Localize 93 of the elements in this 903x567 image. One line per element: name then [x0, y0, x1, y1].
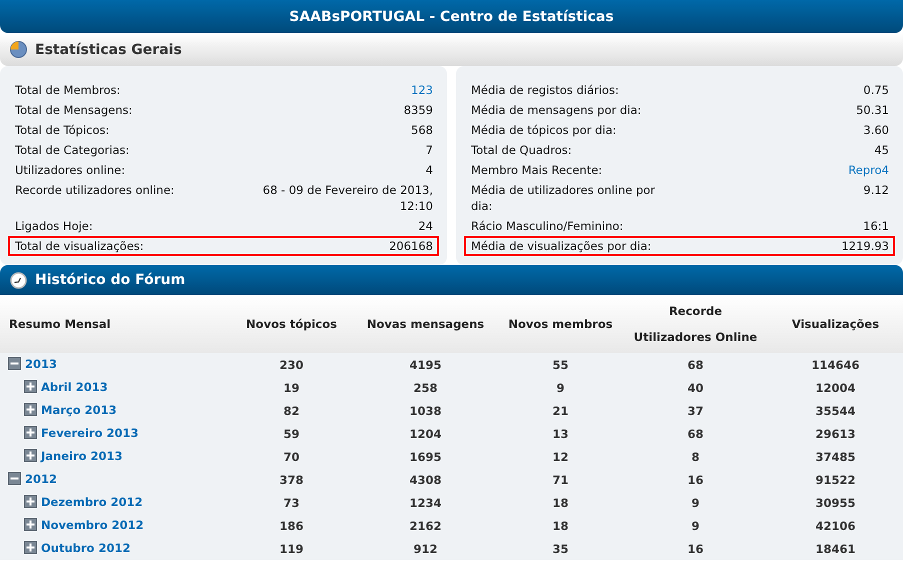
table-cell: 2162 — [353, 514, 498, 537]
stat-link[interactable]: 123 — [411, 82, 433, 98]
stat-label: Total de visualizações: — [15, 238, 144, 254]
collapse-icon[interactable] — [8, 357, 21, 370]
table-cell: 70 — [230, 445, 353, 468]
table-cell: 71 — [498, 468, 623, 491]
table-cell: 42106 — [768, 514, 903, 537]
expand-icon[interactable] — [24, 518, 37, 531]
stat-value: 3.60 — [863, 122, 889, 138]
stat-label: Total de Tópicos: — [15, 122, 110, 138]
stat-label: Rácio Masculino/Feminino: — [471, 218, 624, 234]
table-cell: 18 — [498, 514, 623, 537]
stat-label: Média de utilizadores online por dia: — [471, 182, 656, 214]
table-cell: 378 — [230, 468, 353, 491]
stat-label: Média de mensagens por dia: — [471, 102, 642, 118]
stat-value: 1219.93 — [841, 238, 889, 254]
section-title: Histórico do Fórum — [35, 272, 186, 288]
expand-icon[interactable] — [24, 426, 37, 439]
stat-value: 9.12 — [863, 182, 889, 198]
table-cell: 30955 — [768, 491, 903, 514]
table-cell: 16 — [623, 537, 768, 560]
stat-value: 0.75 — [863, 82, 889, 98]
collapse-icon[interactable] — [8, 472, 21, 485]
table-cell: 13 — [498, 422, 623, 445]
expand-icon[interactable] — [24, 541, 37, 554]
table-cell: 59 — [230, 422, 353, 445]
table-cell: 21 — [498, 399, 623, 422]
table-cell: 35 — [498, 537, 623, 560]
table-cell: 16 — [623, 468, 768, 491]
table-cell: 12 — [498, 445, 623, 468]
period-link[interactable]: 2013 — [8, 356, 58, 370]
table-cell: 186 — [230, 514, 353, 537]
pie-chart-icon — [10, 41, 27, 58]
table-cell: 912 — [353, 537, 498, 560]
stat-link[interactable]: Repro4 — [848, 162, 889, 178]
table-cell: 9 — [498, 376, 623, 399]
period-link[interactable]: 2012 — [8, 472, 58, 486]
table-cell: 55 — [498, 353, 623, 376]
table-cell: 73 — [230, 491, 353, 514]
stat-label: Média de visualizações por dia: — [471, 238, 652, 254]
table-cell: 1695 — [353, 445, 498, 468]
table-cell: 4195 — [353, 353, 498, 376]
expand-icon[interactable] — [24, 403, 37, 416]
table-cell: 19 — [230, 376, 353, 399]
table-cell: 9 — [623, 514, 768, 537]
stat-value: 4 — [426, 162, 433, 178]
stat-value: 8359 — [404, 102, 433, 118]
table-cell: 37485 — [768, 445, 903, 468]
stat-value: 68 - 09 de Fevereiro de 2013, 12:10 — [262, 182, 433, 214]
stat-label: Total de Membros: — [15, 82, 120, 98]
stat-value: 7 — [426, 142, 433, 158]
table-cell: 35544 — [768, 399, 903, 422]
stat-value: 568 — [411, 122, 433, 138]
stat-label: Média de tópicos por dia: — [471, 122, 616, 138]
table-cell: 1204 — [353, 422, 498, 445]
table-cell: 8 — [623, 445, 768, 468]
section-title: Estatísticas Gerais — [35, 42, 182, 58]
stat-label: Recorde utilizadores online: — [15, 182, 174, 198]
table-cell: 91522 — [768, 468, 903, 491]
stat-value: 50.31 — [856, 102, 889, 118]
stat-label: Total de Quadros: — [471, 142, 572, 158]
expand-icon[interactable] — [24, 495, 37, 508]
table-cell: 114646 — [768, 353, 903, 376]
table-cell: 18461 — [768, 537, 903, 560]
stat-label: Média de registos diários: — [471, 82, 619, 98]
table-cell: 68 — [623, 353, 768, 376]
expand-icon[interactable] — [24, 449, 37, 462]
table-cell: 12004 — [768, 376, 903, 399]
stat-value: 206168 — [389, 238, 433, 254]
table-cell: 4308 — [353, 468, 498, 491]
table-cell: 230 — [230, 353, 353, 376]
stat-value: 24 — [418, 218, 433, 234]
table-cell: 29613 — [768, 422, 903, 445]
table-cell: 37 — [623, 399, 768, 422]
table-cell: 119 — [230, 537, 353, 560]
stat-label: Total de Categorias: — [15, 142, 130, 158]
stat-value: 45 — [874, 142, 889, 158]
table-cell: 1038 — [353, 399, 498, 422]
clock-icon — [10, 272, 27, 288]
table-cell: 1234 — [353, 491, 498, 514]
table-cell: 40 — [623, 376, 768, 399]
stat-value: 16:1 — [863, 218, 889, 234]
expand-icon[interactable] — [24, 380, 37, 393]
stat-label: Utilizadores online: — [15, 162, 126, 178]
table-cell: 9 — [623, 491, 768, 514]
table-cell: 18 — [498, 491, 623, 514]
table-cell: 68 — [623, 422, 768, 445]
stat-label: Total de Mensagens: — [15, 102, 132, 118]
table-cell: 82 — [230, 399, 353, 422]
table-cell: 258 — [353, 376, 498, 399]
stat-label: Ligados Hoje: — [15, 218, 93, 234]
page-title: SAABsPORTUGAL - Centro de Estatísticas — [0, 0, 903, 33]
stat-label: Membro Mais Recente: — [471, 162, 602, 178]
